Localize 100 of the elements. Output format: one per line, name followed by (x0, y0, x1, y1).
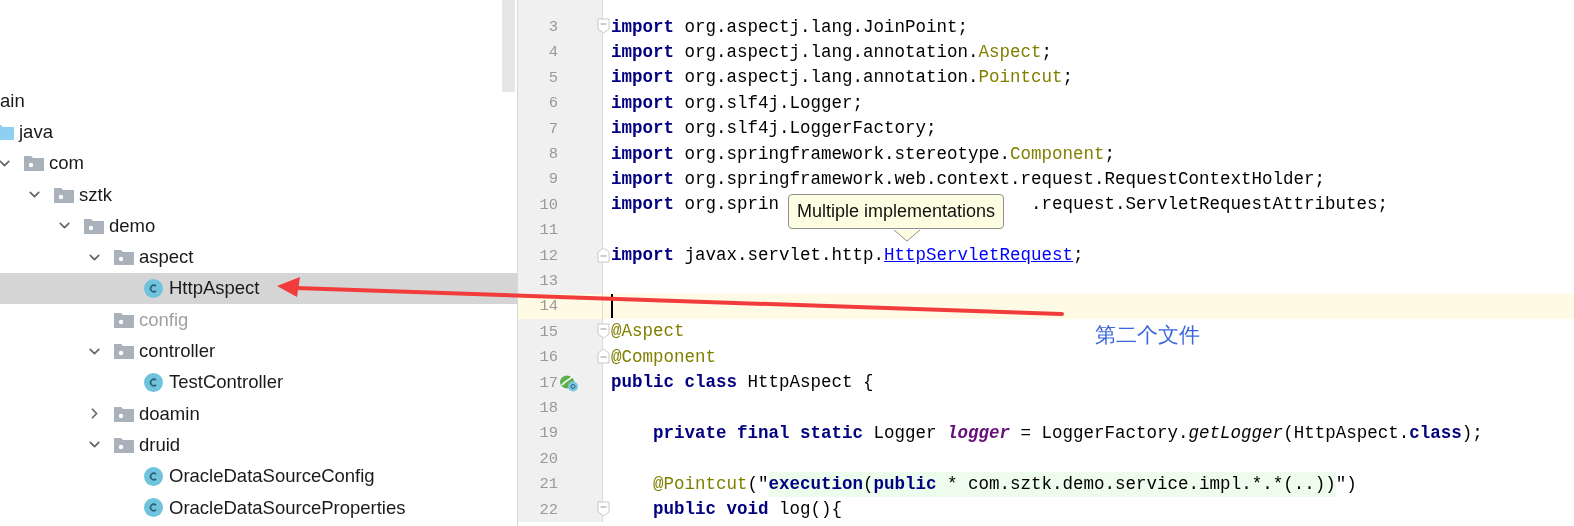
tree-row[interactable]: controller (0, 335, 517, 367)
line-number: 17 (538, 373, 558, 392)
tree-row[interactable]: OracleDataSourceConfig (0, 460, 517, 492)
tree-row[interactable]: druid (0, 429, 517, 461)
code-token: org.slf4j.Logger; (683, 91, 864, 115)
code-token: @Pointcut (653, 472, 748, 496)
code-token: (HttpAspect. (1283, 421, 1410, 445)
selected-tree-row[interactable]: HttpAspect (0, 272, 517, 305)
code-token: ; (1104, 142, 1116, 166)
code-token: javax.servlet.http. (683, 244, 885, 268)
code-token: import (611, 142, 674, 166)
tree-item-label: HttpAspect (169, 277, 260, 300)
annotation-text: 第二个文件 (1095, 322, 1200, 349)
line-number: 15 (538, 322, 558, 341)
scrollbar[interactable] (502, 0, 515, 92)
tree-item-label: OracleDataSourceConfig (169, 465, 375, 488)
code-token: org.aspectj.lang.annotation. (683, 40, 979, 64)
tree-item-label: config (139, 308, 189, 331)
code-token: public class (611, 371, 738, 395)
code-link[interactable]: HttpServletRequest (884, 243, 1074, 269)
code-token: org.springframework.stereotype. (683, 142, 1011, 166)
line-number: 10 (538, 195, 558, 214)
tree-row[interactable]: OracleDataSourceProperties (0, 491, 517, 524)
folder-icon (114, 249, 134, 266)
tree-row[interactable]: com (0, 147, 517, 179)
folder-icon (114, 405, 134, 422)
code-token: log(){ (778, 498, 843, 521)
code-token: import (611, 91, 674, 115)
line-number: 22 (538, 500, 558, 519)
tree-row[interactable]: demo (0, 210, 517, 242)
class-icon (144, 372, 163, 392)
code-token: private final static (653, 421, 864, 445)
code-token: import (611, 244, 674, 268)
tooltip-pointer (894, 229, 920, 242)
code-token: Aspect (978, 40, 1042, 64)
tree-item-label: druid (139, 433, 181, 456)
folder-icon (84, 217, 104, 234)
code-token: .request.ServletRequestAttributes; (1031, 193, 1389, 217)
code-token: import (611, 66, 674, 90)
line-number: 3 (547, 18, 558, 37)
folder-icon (114, 436, 134, 453)
line-number: 6 (547, 94, 558, 113)
line-number: 16 (538, 348, 558, 367)
code-token: public void (653, 498, 769, 521)
code-token: import (611, 193, 674, 217)
bean-icon[interactable] (559, 373, 579, 392)
code-token: org.sprin (683, 193, 780, 217)
folder-icon (114, 343, 134, 359)
code-token: Component (1010, 142, 1105, 166)
tree-row[interactable]: TestController (0, 366, 517, 398)
tree-item-label: demo (109, 214, 156, 237)
tree-row[interactable]: doamin (0, 397, 517, 430)
line-number: 21 (538, 475, 558, 494)
code-token: import (611, 40, 674, 64)
code-token: (" (747, 472, 769, 496)
code-token: ; (1073, 244, 1084, 268)
class-icon (144, 498, 163, 517)
class-icon (144, 466, 163, 486)
line-number: 5 (547, 68, 558, 87)
code-token: execution (768, 471, 864, 497)
code-token: ; (1062, 66, 1074, 90)
code-token: @Aspect (611, 320, 685, 344)
code-token: getLogger (1188, 421, 1284, 445)
folder-icon (0, 123, 14, 140)
code-token: logger (947, 421, 1011, 445)
tree-item-label: controller (139, 340, 216, 362)
tree-row[interactable]: java (0, 116, 517, 148)
code-token: = LoggerFactory. (1019, 421, 1189, 445)
line-number: 12 (538, 246, 558, 265)
tree-item-label: OracleDataSourceProperties (169, 496, 406, 519)
code-token: org.slf4j.LoggerFactory; (683, 117, 937, 141)
line-number: 14 (538, 297, 558, 316)
code-token: @Component (611, 345, 717, 369)
tree-row[interactable]: sztk (0, 178, 517, 211)
tree-item-label: sztk (79, 183, 112, 206)
line-number: 11 (538, 221, 558, 240)
code-token: org.aspectj.lang.JoinPoint; (683, 15, 969, 39)
code-token: class (1409, 421, 1462, 445)
line-number: 4 (547, 43, 558, 62)
folder-icon (114, 311, 134, 328)
folder-icon (24, 155, 44, 172)
code-token: Pointcut (978, 66, 1063, 90)
tree-item-label: com (49, 152, 84, 175)
line-number: 8 (547, 145, 558, 164)
tree-item-label: TestController (169, 371, 284, 394)
code-token: * com.sztk.demo.service.impl.*.*(..)) (936, 471, 1336, 497)
code-token: HttpAspect { (746, 371, 874, 395)
line-number: 9 (547, 170, 558, 189)
code-token: Logger (872, 421, 938, 445)
code-token: org.aspectj.lang.annotation. (683, 66, 979, 90)
code-token: ") (1335, 472, 1357, 496)
tree-item-label: ain (0, 89, 25, 112)
text-caret (611, 294, 613, 319)
code-token: import (611, 15, 674, 39)
tree-row[interactable]: ain (0, 85, 517, 117)
code-token: import (611, 167, 674, 191)
code-token: ); (1461, 421, 1483, 445)
code-token: ; (1041, 40, 1053, 64)
tree-row[interactable]: aspect (0, 241, 517, 273)
code-token: public (873, 471, 937, 497)
